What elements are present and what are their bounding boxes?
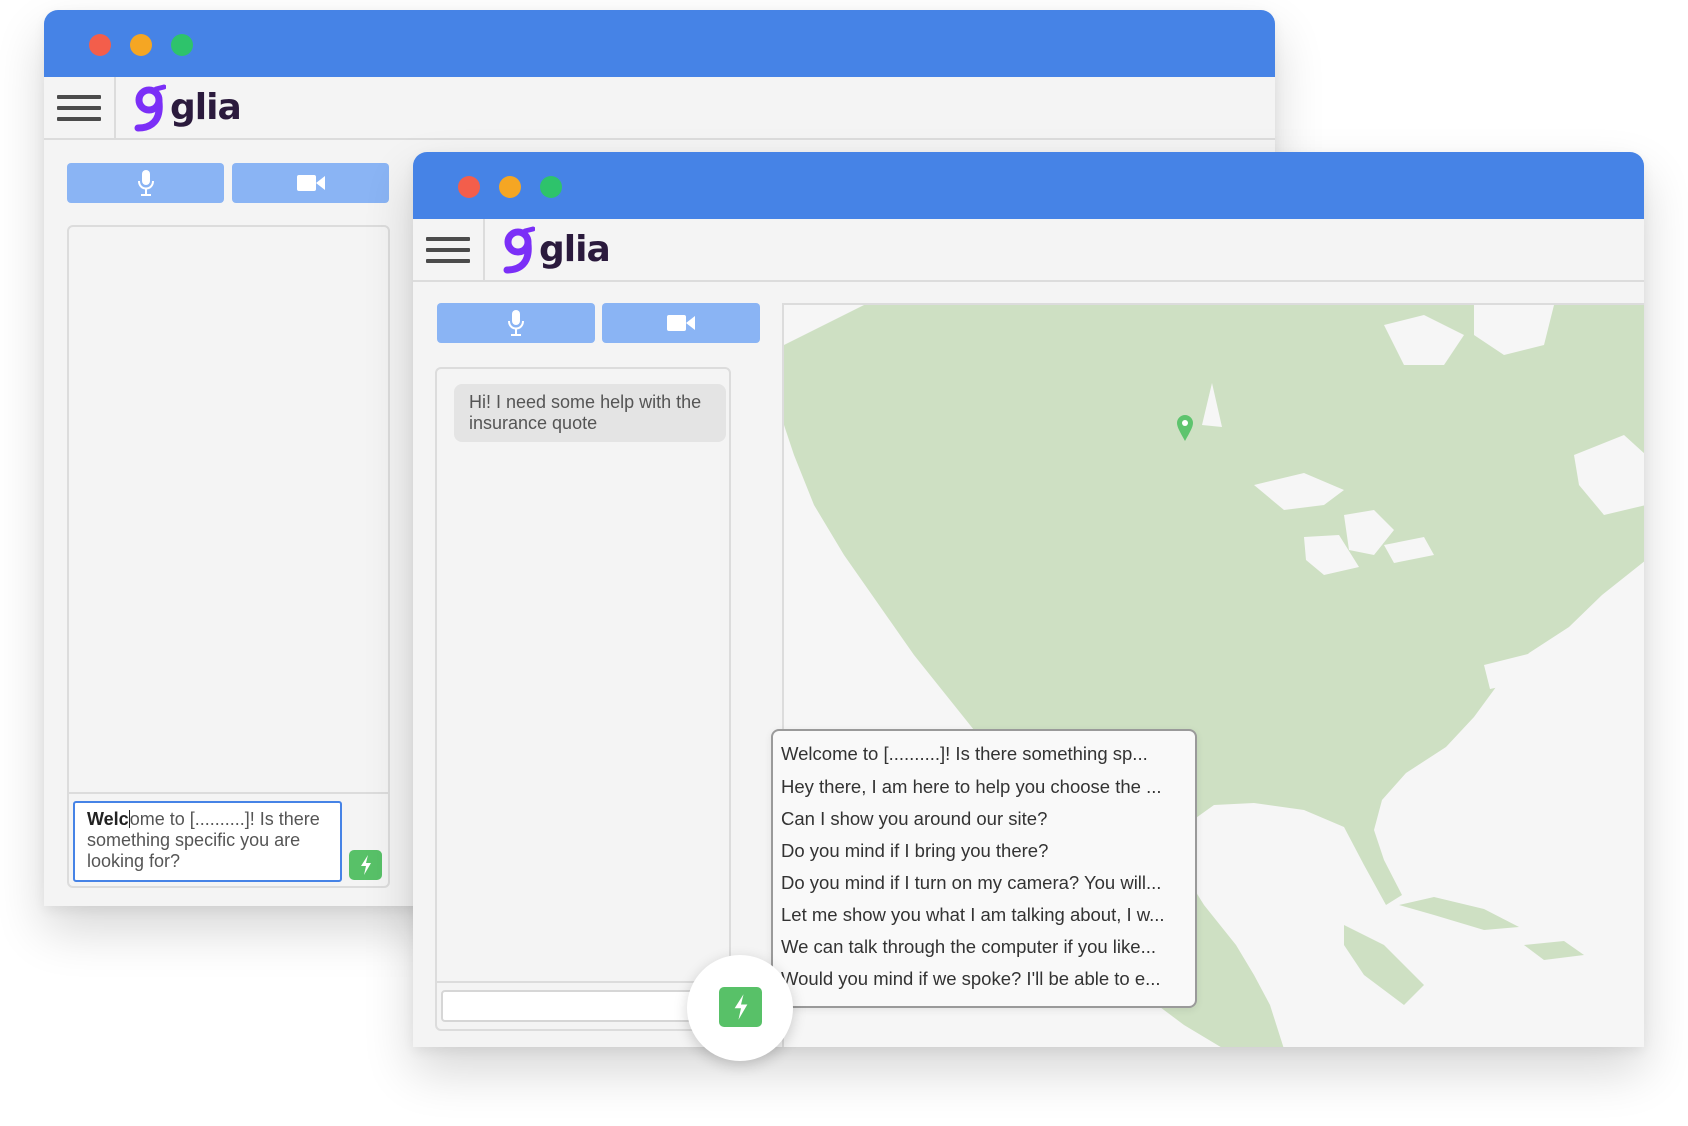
microphone-icon [508,310,524,336]
logo-text: glia [170,86,242,128]
glia-logo-mark [503,226,535,274]
canned-response-item[interactable]: Hey there, I am here to help you choose … [773,771,1195,803]
glia-logo: glia [134,83,242,135]
location-pin-icon[interactable] [1176,414,1194,442]
canned-response-item[interactable]: Would you mind if we spoke? I'll be able… [773,963,1195,995]
maximize-window-button[interactable] [171,34,193,56]
chat-panel: Hi! I need some help with the insurance … [435,367,731,1031]
message-input[interactable] [441,990,709,1022]
canned-response-item[interactable]: Welcome to [..........]! Is there someth… [773,737,1195,771]
close-window-button[interactable] [89,34,111,56]
minimize-window-button[interactable] [499,176,521,198]
divider [483,219,485,280]
highlight-circle [687,955,793,1061]
glia-logo-mark [134,84,166,132]
maximize-window-button[interactable] [540,176,562,198]
typed-text-bold: Welc [87,809,129,829]
divider [114,77,116,138]
chat-panel: Welcome to [..........]! Is there someth… [67,225,390,888]
message-input[interactable]: Welcome to [..........]! Is there someth… [73,801,342,882]
audio-call-button[interactable] [437,303,595,343]
menu-icon[interactable] [426,237,470,265]
lightning-icon [734,994,747,1020]
video-camera-icon [296,175,325,191]
lightning-icon [360,855,371,875]
visitor-message-text: Hi! I need some help with the insurance … [469,392,702,433]
menu-icon[interactable] [57,95,101,123]
title-bar [44,10,1275,77]
canned-response-button[interactable] [349,850,382,880]
audio-call-button[interactable] [67,163,224,203]
canned-response-item[interactable]: Let me show you what I am talking about,… [773,899,1195,931]
close-window-button[interactable] [458,176,480,198]
app-bar: glia [413,219,1644,282]
logo-text: glia [539,228,611,270]
canned-response-item[interactable]: Do you mind if I turn on my camera? You … [773,867,1195,899]
video-call-button[interactable] [232,163,389,203]
video-call-button[interactable] [602,303,760,343]
canned-response-item[interactable]: Can I show you around our site? [773,803,1195,835]
composer-area [437,981,729,1029]
app-bar: glia [44,77,1275,140]
title-bar [413,152,1644,219]
glia-logo: glia [503,225,611,277]
microphone-icon [137,170,154,196]
minimize-window-button[interactable] [130,34,152,56]
canned-response-item[interactable]: Do you mind if I bring you there? [773,835,1195,867]
composer-area: Welcome to [..........]! Is there someth… [69,792,388,886]
canned-responses-menu: Welcome to [..........]! Is there someth… [771,729,1197,1008]
canned-response-item[interactable]: We can talk through the computer if you … [773,931,1195,963]
video-camera-icon [667,315,695,331]
visitor-message: Hi! I need some help with the insurance … [454,384,726,442]
canned-response-button[interactable] [719,987,762,1027]
